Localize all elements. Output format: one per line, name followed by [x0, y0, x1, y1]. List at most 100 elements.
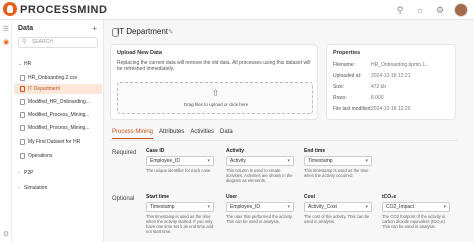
page-title: IT Department: [117, 27, 168, 36]
tab-divider: [110, 140, 458, 141]
search-placeholder: SEARCH: [32, 39, 53, 45]
column-select[interactable]: Employee_ID ▾: [146, 156, 214, 166]
property-row: File last modified: 2024-12-16 12:20: [333, 105, 453, 113]
file-dropzone[interactable]: ⇧ Drag files to upload or click here: [117, 82, 313, 114]
field-optional_fields: User Employee_ID ▾ The user that performed …: [226, 194, 294, 224]
sidebar-item[interactable]: ⌄ HR: [14, 59, 102, 69]
sidebar-item[interactable]: IT Department: [14, 84, 102, 94]
chevron-down-icon: ▾: [365, 204, 368, 210]
property-value: 8.000: [371, 95, 384, 101]
upload-card: Upload New Data Replacing the current da…: [110, 44, 318, 120]
settings-icon[interactable]: ⚙: [434, 4, 446, 16]
search-icon: ⚲: [22, 39, 27, 45]
column-select[interactable]: Activity_Cost ▾: [304, 202, 372, 212]
sidebar-item[interactable]: Modified_HR_Onboarding...: [14, 97, 102, 107]
brand-name: PROCESSMIND: [20, 4, 108, 16]
sidebar-search-input[interactable]: ⚲ SEARCH: [18, 37, 98, 48]
column-select[interactable]: Timestamp ▾: [146, 202, 214, 212]
sidebar-item-label: P2P: [24, 170, 34, 176]
field-description: This timestamp is used as the time when …: [304, 168, 369, 178]
chevron-down-icon: ▾: [443, 204, 446, 210]
sidebar-item-label: Operations: [28, 153, 53, 159]
chevron-down-icon: ▾: [287, 204, 290, 210]
upload-icon: ⇧: [212, 88, 220, 98]
add-dataset-button[interactable]: +: [92, 24, 97, 33]
field-label: Activity: [226, 148, 245, 154]
file-icon: [20, 85, 25, 92]
property-value: HR_Onboarding.bpmn.1...: [371, 62, 430, 68]
select-value: Timestamp: [150, 204, 175, 210]
column-select[interactable]: Timestamp ▾: [304, 156, 372, 166]
upload-title: Upload New Data: [117, 50, 162, 56]
menu-icon[interactable]: ☰: [2, 26, 10, 34]
field-label: Cost: [304, 194, 316, 200]
avatar[interactable]: [454, 3, 468, 17]
select-value: Employee_ID: [150, 158, 181, 164]
field-optional_fields: Cost Activity_Cost ▾ The cost of the activi…: [304, 194, 372, 224]
sidebar-item-label: Simulation: [24, 185, 48, 191]
column-select[interactable]: CO2_Impact ▾: [382, 202, 450, 212]
sidebar-item-label: My First Dataset for HR: [28, 139, 81, 145]
field-optional_fields: tCO₂e CO2_Impact ▾ The CO2 footprint of the…: [382, 194, 450, 229]
property-value: 2024-12-16 12:20: [371, 106, 411, 112]
property-key: Filename:: [333, 62, 355, 68]
edit-pencil-icon[interactable]: ✎: [168, 28, 174, 36]
processmind-logo-icon: [3, 2, 17, 16]
tab-attributes[interactable]: Attributes: [159, 129, 184, 139]
chevron-down-icon: ▾: [207, 204, 210, 210]
data-sidebar: Data + ⚲ SEARCH ⌄ HR HR_Onboarding.2.csv IT…: [12, 20, 104, 242]
database-icon[interactable]: ◉: [2, 39, 10, 47]
chevron-down-icon: ▾: [287, 158, 290, 164]
tab-data[interactable]: Data: [220, 129, 233, 139]
top-bar-icons: ⚲ ☼ ⚙: [394, 3, 468, 17]
field-description: The unique identifier for each case.: [146, 168, 212, 173]
select-value: CO2_Impact: [386, 204, 415, 210]
dropzone-text: Drag files to upload or click here: [183, 102, 249, 107]
properties-title: Properties: [333, 50, 361, 56]
icon-rail: ☰ ◉ ⚙: [0, 20, 12, 242]
field-optional_fields: Start time Timestamp ▾ This timestamp is us…: [146, 194, 214, 234]
sun-icon[interactable]: ☼: [414, 4, 426, 16]
sidebar-item[interactable]: My First Dataset for HR: [14, 137, 102, 147]
tab-activities[interactable]: Activities: [190, 129, 214, 139]
sidebar-item[interactable]: Modified_Process_Mining...: [14, 123, 102, 133]
field-required_fields: Case ID Employee_ID ▾ The unique identifier…: [146, 148, 214, 173]
select-value: Activity: [230, 158, 246, 164]
tab-process-mining[interactable]: Process Mining: [112, 129, 154, 139]
field-description: The cost of the activity. This can be us…: [304, 214, 370, 224]
upload-description: Replacing the current data will remove t…: [117, 60, 311, 72]
property-key: Rows:: [333, 95, 347, 101]
sidebar-item[interactable]: › P2P: [14, 168, 102, 178]
file-icon: [20, 98, 25, 105]
column-select[interactable]: Activity ▾: [226, 156, 294, 166]
sidebar-item[interactable]: Operations: [14, 151, 102, 161]
property-row: Size: 472 kb: [333, 83, 453, 91]
field-label: Start time: [146, 194, 170, 200]
field-description: The user that performed the activity. Th…: [226, 214, 293, 224]
property-row: Filename: HR_Onboarding.bpmn.1...: [333, 61, 453, 69]
field-label: Case ID: [146, 148, 165, 154]
select-value: Employee_ID: [230, 204, 261, 210]
field-required_fields: End time Timestamp ▾ This timestamp is used…: [304, 148, 372, 178]
search-icon[interactable]: ⚲: [394, 4, 406, 16]
sidebar-item-label: Modified_HR_Onboarding...: [28, 99, 90, 105]
property-value: 472 kb: [371, 84, 387, 90]
field-description: This timestamp is used as the time when …: [146, 214, 214, 234]
file-icon: [20, 74, 25, 81]
property-row: Rows: 8.000: [333, 94, 453, 102]
sidebar-item[interactable]: › Simulation: [14, 183, 102, 193]
sidebar-item[interactable]: HR_Onboarding.2.csv: [14, 73, 102, 83]
column-select[interactable]: Employee_ID ▾: [226, 202, 294, 212]
sidebar-item-label: HR_Onboarding.2.csv: [28, 75, 78, 81]
sidebar-item[interactable]: Modified_Process_Mining...: [14, 110, 102, 120]
field-description: This column is used to create activities…: [226, 168, 293, 183]
settings-bottom-icon[interactable]: ⚙: [2, 231, 10, 239]
sidebar-item-label: HR: [24, 61, 32, 67]
property-key: Uploaded at:: [333, 73, 362, 79]
property-row: Uploaded at: 2024-12-18 12:21: [333, 72, 453, 80]
tab-bar: Process Mining Attributes Activities Data: [112, 129, 233, 139]
file-icon: [20, 138, 25, 145]
property-value: 2024-12-18 12:21: [371, 73, 411, 79]
sidebar-title: Data: [18, 25, 34, 32]
sidebar-item-label: Modified_Process_Mining...: [28, 112, 90, 118]
